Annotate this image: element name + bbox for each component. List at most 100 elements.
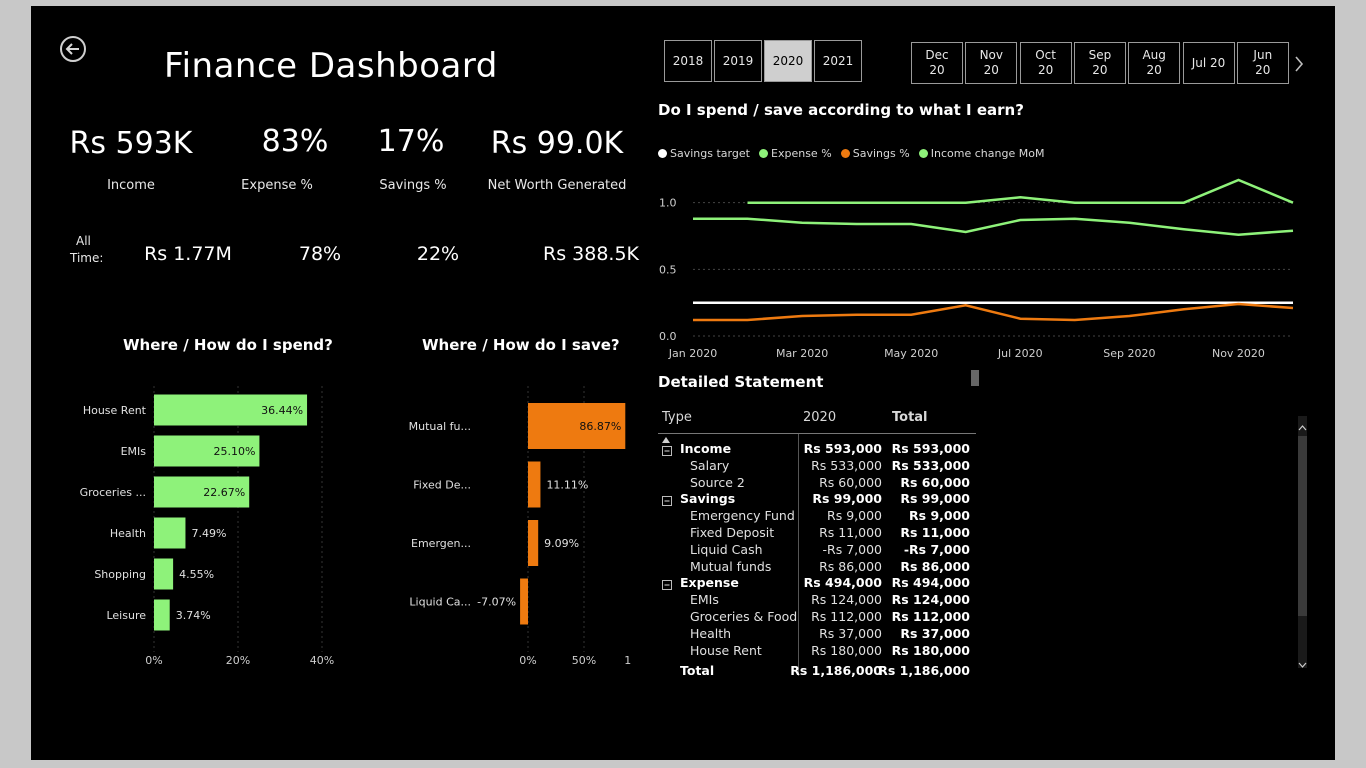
dashboard-canvas: Finance Dashboard Rs 593K Income 83% Exp… [31,6,1335,760]
save-bar-chart: 0% 50% 100% Mutual fu... 86.87% Fixed De... 11… [409,386,631,667]
month-button-5[interactable]: Jul 20 [1182,42,1235,84]
bar-shopping[interactable] [154,558,174,590]
row-value-2020: Rs 37,000 [819,625,882,641]
row-label: Salary [690,457,730,473]
row-label: Fixed Deposit [690,525,775,540]
row-value-2020: Rs 124,000 [811,592,882,608]
table-row[interactable]: Salary Rs 533,000 Rs 533,000 [658,458,978,475]
bar-category-label: EMIs [121,445,147,458]
table-row[interactable]: Income Rs 593,000 Rs 593,000 [658,441,978,458]
total-label: Total [680,663,715,679]
bar-x-tick: 40% [310,654,334,667]
month-year-label: 20 [1146,63,1162,77]
table-row[interactable]: EMIs Rs 124,000 Rs 124,000 [658,592,978,609]
month-year-label: 20 [929,63,945,77]
row-value-total: Rs 60,000 [900,474,970,490]
all-time-label-2: Time: [70,251,104,265]
total-value-2020: Rs 1,186,000 [790,663,882,679]
header-divider [658,433,976,434]
legend-item-savings-target[interactable]: Savings target [658,147,750,160]
table-row[interactable]: Mutual funds Rs 86,000 Rs 86,000 [658,559,978,576]
month-label: Oct [1035,48,1056,62]
row-value-2020: Rs 9,000 [827,508,882,524]
line-series-savings-[interactable] [693,302,1294,322]
table-row[interactable]: House Rent Rs 180,000 Rs 180,000 [658,643,978,660]
legend-item-savings[interactable]: Savings % [840,147,910,160]
resize-handle[interactable] [971,370,979,386]
line-chart-title: Do I spend / save according to what I ea… [658,101,1024,119]
row-value-total: -Rs 7,000 [903,541,970,557]
scroll-down-icon[interactable] [1298,654,1307,673]
line-chart: 0.0 0.5 1.0 Jan 2020 Mar 2020 May 2020 Jul 202… [659,178,1294,360]
bar-category-label: Liquid Ca... [409,596,471,609]
row-value-total: Rs 124,000 [891,592,970,608]
year-button-2019[interactable]: 2019 [714,40,762,82]
month-button-6[interactable]: Jun 20 [1236,42,1289,84]
bar-emergen[interactable] [528,520,539,566]
row-label: Income [680,441,732,456]
bar-health[interactable] [154,517,186,549]
table-row[interactable]: Liquid Cash -Rs 7,000 -Rs 7,000 [658,542,978,559]
table-row[interactable]: Emergency Fund Rs 9,000 Rs 9,000 [658,508,978,525]
all-time-income: Rs 1.77M [144,243,232,265]
line-chart-legend: Savings target Expense % Savings % Incom… [658,143,1048,162]
table-row[interactable]: Expense Rs 494,000 Rs 494,000 [658,575,978,592]
month-year-label: 20 [1037,63,1054,77]
year-button-2018[interactable]: 2018 [664,40,712,82]
line-chart-x-tick: Nov 2020 [1212,347,1265,360]
bar-data-label: 9.09% [544,537,579,550]
row-value-2020: Rs 11,000 [819,525,882,540]
bar-category-label: Health [110,527,146,540]
spend-chart-title: Where / How do I spend? [123,336,333,354]
month-button-0[interactable]: Dec 20 [911,42,963,84]
save-chart-title: Where / How do I save? [422,336,620,354]
bar-data-label: 3.74% [176,609,211,622]
collapse-icon[interactable] [662,578,672,593]
year-button-2020[interactable]: 2020 [764,40,812,82]
legend-item-income-change[interactable]: Income change MoM [918,147,1044,160]
row-value-total: Rs 533,000 [891,457,970,473]
col-header-total[interactable]: Total [892,410,928,425]
kpi-income-value: Rs 593K [69,126,193,161]
table-total-row: Total Rs 1,186,000 Rs 1,186,000 [658,663,978,680]
line-series-income-change-mom[interactable] [747,178,1294,204]
row-value-total: Rs 9,000 [909,508,970,524]
row-value-2020: Rs 86,000 [819,558,882,574]
line-chart-y-tick: 0.0 [659,330,677,343]
bar-liquid-ca[interactable] [520,578,528,625]
row-value-total: Rs 112,000 [891,609,970,624]
bar-category-label: Leisure [106,609,146,622]
month-button-2[interactable]: Oct 20 [1019,42,1072,84]
table-row[interactable]: Groceries & Food Rs 112,000 Rs 112,000 [658,609,978,626]
scrollbar[interactable] [1298,416,1307,668]
collapse-icon[interactable] [662,444,672,459]
legend-item-expense[interactable]: Expense % [759,147,832,160]
scrollbar-thumb[interactable] [1298,436,1307,616]
row-label: Groceries & Food [690,609,798,624]
row-value-total: Rs 99,000 [900,491,970,507]
row-value-total: Rs 180,000 [891,642,970,658]
month-button-1[interactable]: Nov 20 [965,42,1018,84]
chevron-right-icon[interactable] [1293,54,1305,78]
year-button-2021[interactable]: 2021 [814,40,862,82]
row-label: Mutual funds [690,558,772,574]
line-chart-x-tick: Mar 2020 [776,347,828,360]
col-header-2020[interactable]: 2020 [803,410,836,425]
month-button-4[interactable]: Aug 20 [1128,42,1181,84]
table-row[interactable]: Savings Rs 99,000 Rs 99,000 [658,491,978,508]
kpi-income-label: Income [107,178,155,193]
col-header-type[interactable]: Type [662,410,692,425]
bar-data-label: 25.10% [213,445,255,458]
table-row[interactable]: Health Rs 37,000 Rs 37,000 [658,626,978,643]
collapse-icon[interactable] [662,494,672,509]
table-row[interactable]: Fixed Deposit Rs 11,000 Rs 11,000 [658,525,978,542]
scroll-up-icon[interactable] [1298,418,1307,437]
bar-fixed-de[interactable] [528,461,541,508]
bar-leisure[interactable] [154,599,170,631]
table-row[interactable]: Source 2 Rs 60,000 Rs 60,000 [658,475,978,492]
month-button-3[interactable]: Sep 20 [1073,42,1126,84]
line-series-expense-[interactable] [693,217,1294,236]
month-label: Dec [925,48,949,62]
back-arrow-icon[interactable] [60,36,86,62]
line-chart-y-tick: 0.5 [659,263,677,276]
